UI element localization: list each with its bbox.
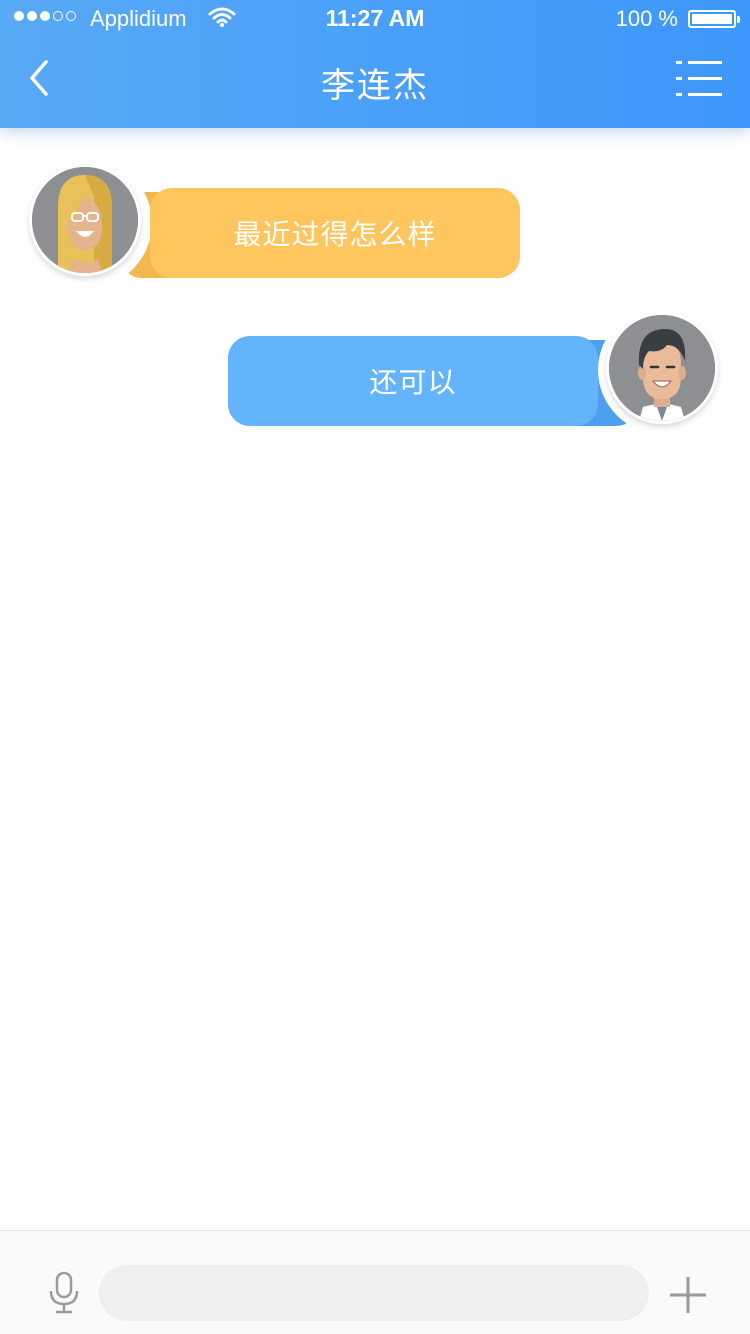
message-input[interactable] bbox=[99, 1265, 649, 1321]
page-title: 李连杰 bbox=[321, 66, 429, 106]
outgoing-message-bubble[interactable]: 还可以 bbox=[228, 336, 598, 426]
battery-percentage: 100 % bbox=[615, 6, 678, 31]
my-avatar[interactable] bbox=[606, 312, 718, 424]
chat-message-list[interactable]: 最近过得怎么样 还可以 bbox=[0, 128, 750, 1230]
navigation-header: Applidium 11:27 AM 100 % 李连杰 bbox=[0, 0, 750, 128]
woman-avatar-icon bbox=[32, 167, 138, 273]
incoming-message-bubble[interactable]: 最近过得怎么样 bbox=[150, 188, 520, 278]
battery-level-fill bbox=[692, 14, 732, 24]
add-attachment-button[interactable] bbox=[668, 1275, 708, 1315]
battery-icon bbox=[688, 10, 740, 28]
list-menu-icon bbox=[676, 61, 722, 96]
man-avatar-icon bbox=[609, 315, 715, 421]
menu-button[interactable] bbox=[676, 60, 722, 98]
message-input-bar bbox=[0, 1230, 750, 1334]
voice-input-button[interactable] bbox=[46, 1271, 82, 1315]
plus-icon bbox=[670, 1277, 706, 1313]
microphone-icon bbox=[49, 1271, 79, 1314]
contact-avatar[interactable] bbox=[29, 164, 141, 276]
status-bar: Applidium 11:27 AM 100 % bbox=[0, 0, 750, 38]
